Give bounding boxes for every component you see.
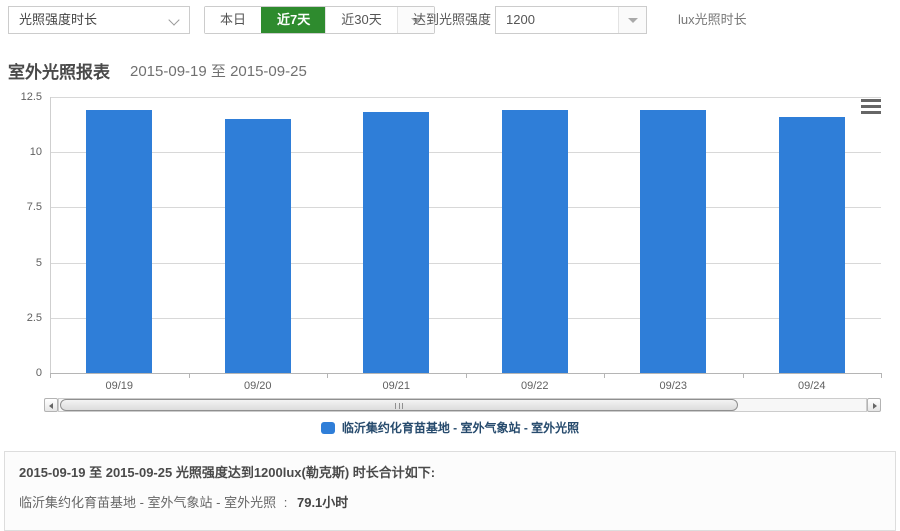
x-axis-tick-mark xyxy=(604,373,605,378)
bar-09/20[interactable] xyxy=(225,119,291,373)
range-button-last30days[interactable]: 近30天 xyxy=(325,7,396,33)
legend-color-swatch xyxy=(321,422,335,434)
x-axis-tick-mark xyxy=(466,373,467,378)
arrow-left-icon xyxy=(49,403,53,409)
x-axis-tick-mark xyxy=(327,373,328,378)
threshold-input[interactable]: 1200 xyxy=(495,6,647,34)
date-range-text: 2015-09-19 至 2015-09-25 xyxy=(130,60,307,81)
gridline xyxy=(50,263,881,264)
summary-panel: 2015-09-19 至 2015-09-25 光照强度达到1200lux(勒克… xyxy=(4,451,896,531)
chart-menu-icon[interactable] xyxy=(861,99,881,114)
x-axis-tick-label: 09/24 xyxy=(772,380,852,392)
x-axis-tick-label: 09/19 xyxy=(79,380,159,392)
chart-horizontal-scrollbar xyxy=(44,398,881,413)
date-range-button-group: 本日 近7天 近30天 xyxy=(204,6,435,34)
threshold-input-value: 1200 xyxy=(506,7,535,33)
x-axis-tick-label: 09/23 xyxy=(633,380,713,392)
x-axis-tick-label: 09/22 xyxy=(495,380,575,392)
x-axis-tick-label: 09/21 xyxy=(356,380,436,392)
summary-row: 临沂集约化育苗基地 - 室外气象站 - 室外光照 : 79.1小时 xyxy=(19,492,881,511)
summary-row-label: 临沂集约化育苗基地 - 室外气象站 - 室外光照 xyxy=(19,495,276,510)
y-axis-tick-label: 12.5 xyxy=(2,91,42,103)
x-axis-tick-mark xyxy=(881,373,882,378)
arrow-right-icon xyxy=(873,403,877,409)
summary-row-value: 79.1小时 xyxy=(297,495,348,510)
unit-label: lux光照时长 xyxy=(678,6,747,34)
report-type-select[interactable]: 光照强度时长 xyxy=(8,6,190,34)
summary-heading: 2015-09-19 至 2015-09-25 光照强度达到1200lux(勒克… xyxy=(19,462,881,481)
range-button-today[interactable]: 本日 xyxy=(205,7,261,33)
threshold-dropdown-button[interactable] xyxy=(618,7,646,33)
y-axis-tick-label: 10 xyxy=(2,146,42,158)
caret-down-icon xyxy=(628,18,638,23)
chart-legend-item[interactable]: 临沂集约化育苗基地 - 室外气象站 - 室外光照 xyxy=(0,419,900,436)
bar-09/19[interactable] xyxy=(86,110,152,373)
bar-09/21[interactable] xyxy=(363,112,429,373)
bar-chart: 0 2.5 5 7.5 10 12.5 09/19 09/20 09/21 09/22 09/23 0… xyxy=(0,90,900,395)
scrollbar-track[interactable] xyxy=(58,398,867,412)
x-axis-tick-mark xyxy=(50,373,51,378)
x-axis-tick-mark xyxy=(743,373,744,378)
bar-09/24[interactable] xyxy=(779,117,845,373)
x-axis-tick-mark xyxy=(189,373,190,378)
gridline xyxy=(50,318,881,319)
y-axis-line xyxy=(50,97,51,373)
gridline xyxy=(50,152,881,153)
gridline xyxy=(50,207,881,208)
bar-09/23[interactable] xyxy=(640,110,706,373)
scrollbar-left-arrow[interactable] xyxy=(44,398,58,412)
chevron-down-icon xyxy=(168,14,179,25)
bar-09/22[interactable] xyxy=(502,110,568,373)
y-axis-tick-label: 5 xyxy=(2,257,42,269)
report-type-select-value: 光照强度时长 xyxy=(19,12,97,27)
y-axis-tick-label: 7.5 xyxy=(2,201,42,213)
legend-label: 临沂集约化育苗基地 - 室外气象站 - 室外光照 xyxy=(342,419,579,436)
page-title: 室外光照报表 xyxy=(8,58,110,83)
y-axis-tick-label: 2.5 xyxy=(2,312,42,324)
threshold-label: 达到光照强度 xyxy=(413,6,491,34)
gridline xyxy=(50,97,881,98)
summary-row-separator: : xyxy=(284,495,288,510)
y-axis-tick-label: 0 xyxy=(2,367,42,379)
scrollbar-right-arrow[interactable] xyxy=(867,398,881,412)
range-button-last7days[interactable]: 近7天 xyxy=(261,7,325,33)
x-axis-tick-label: 09/20 xyxy=(218,380,298,392)
scrollbar-thumb[interactable] xyxy=(60,399,738,411)
scrollbar-grip-icon xyxy=(395,403,403,409)
